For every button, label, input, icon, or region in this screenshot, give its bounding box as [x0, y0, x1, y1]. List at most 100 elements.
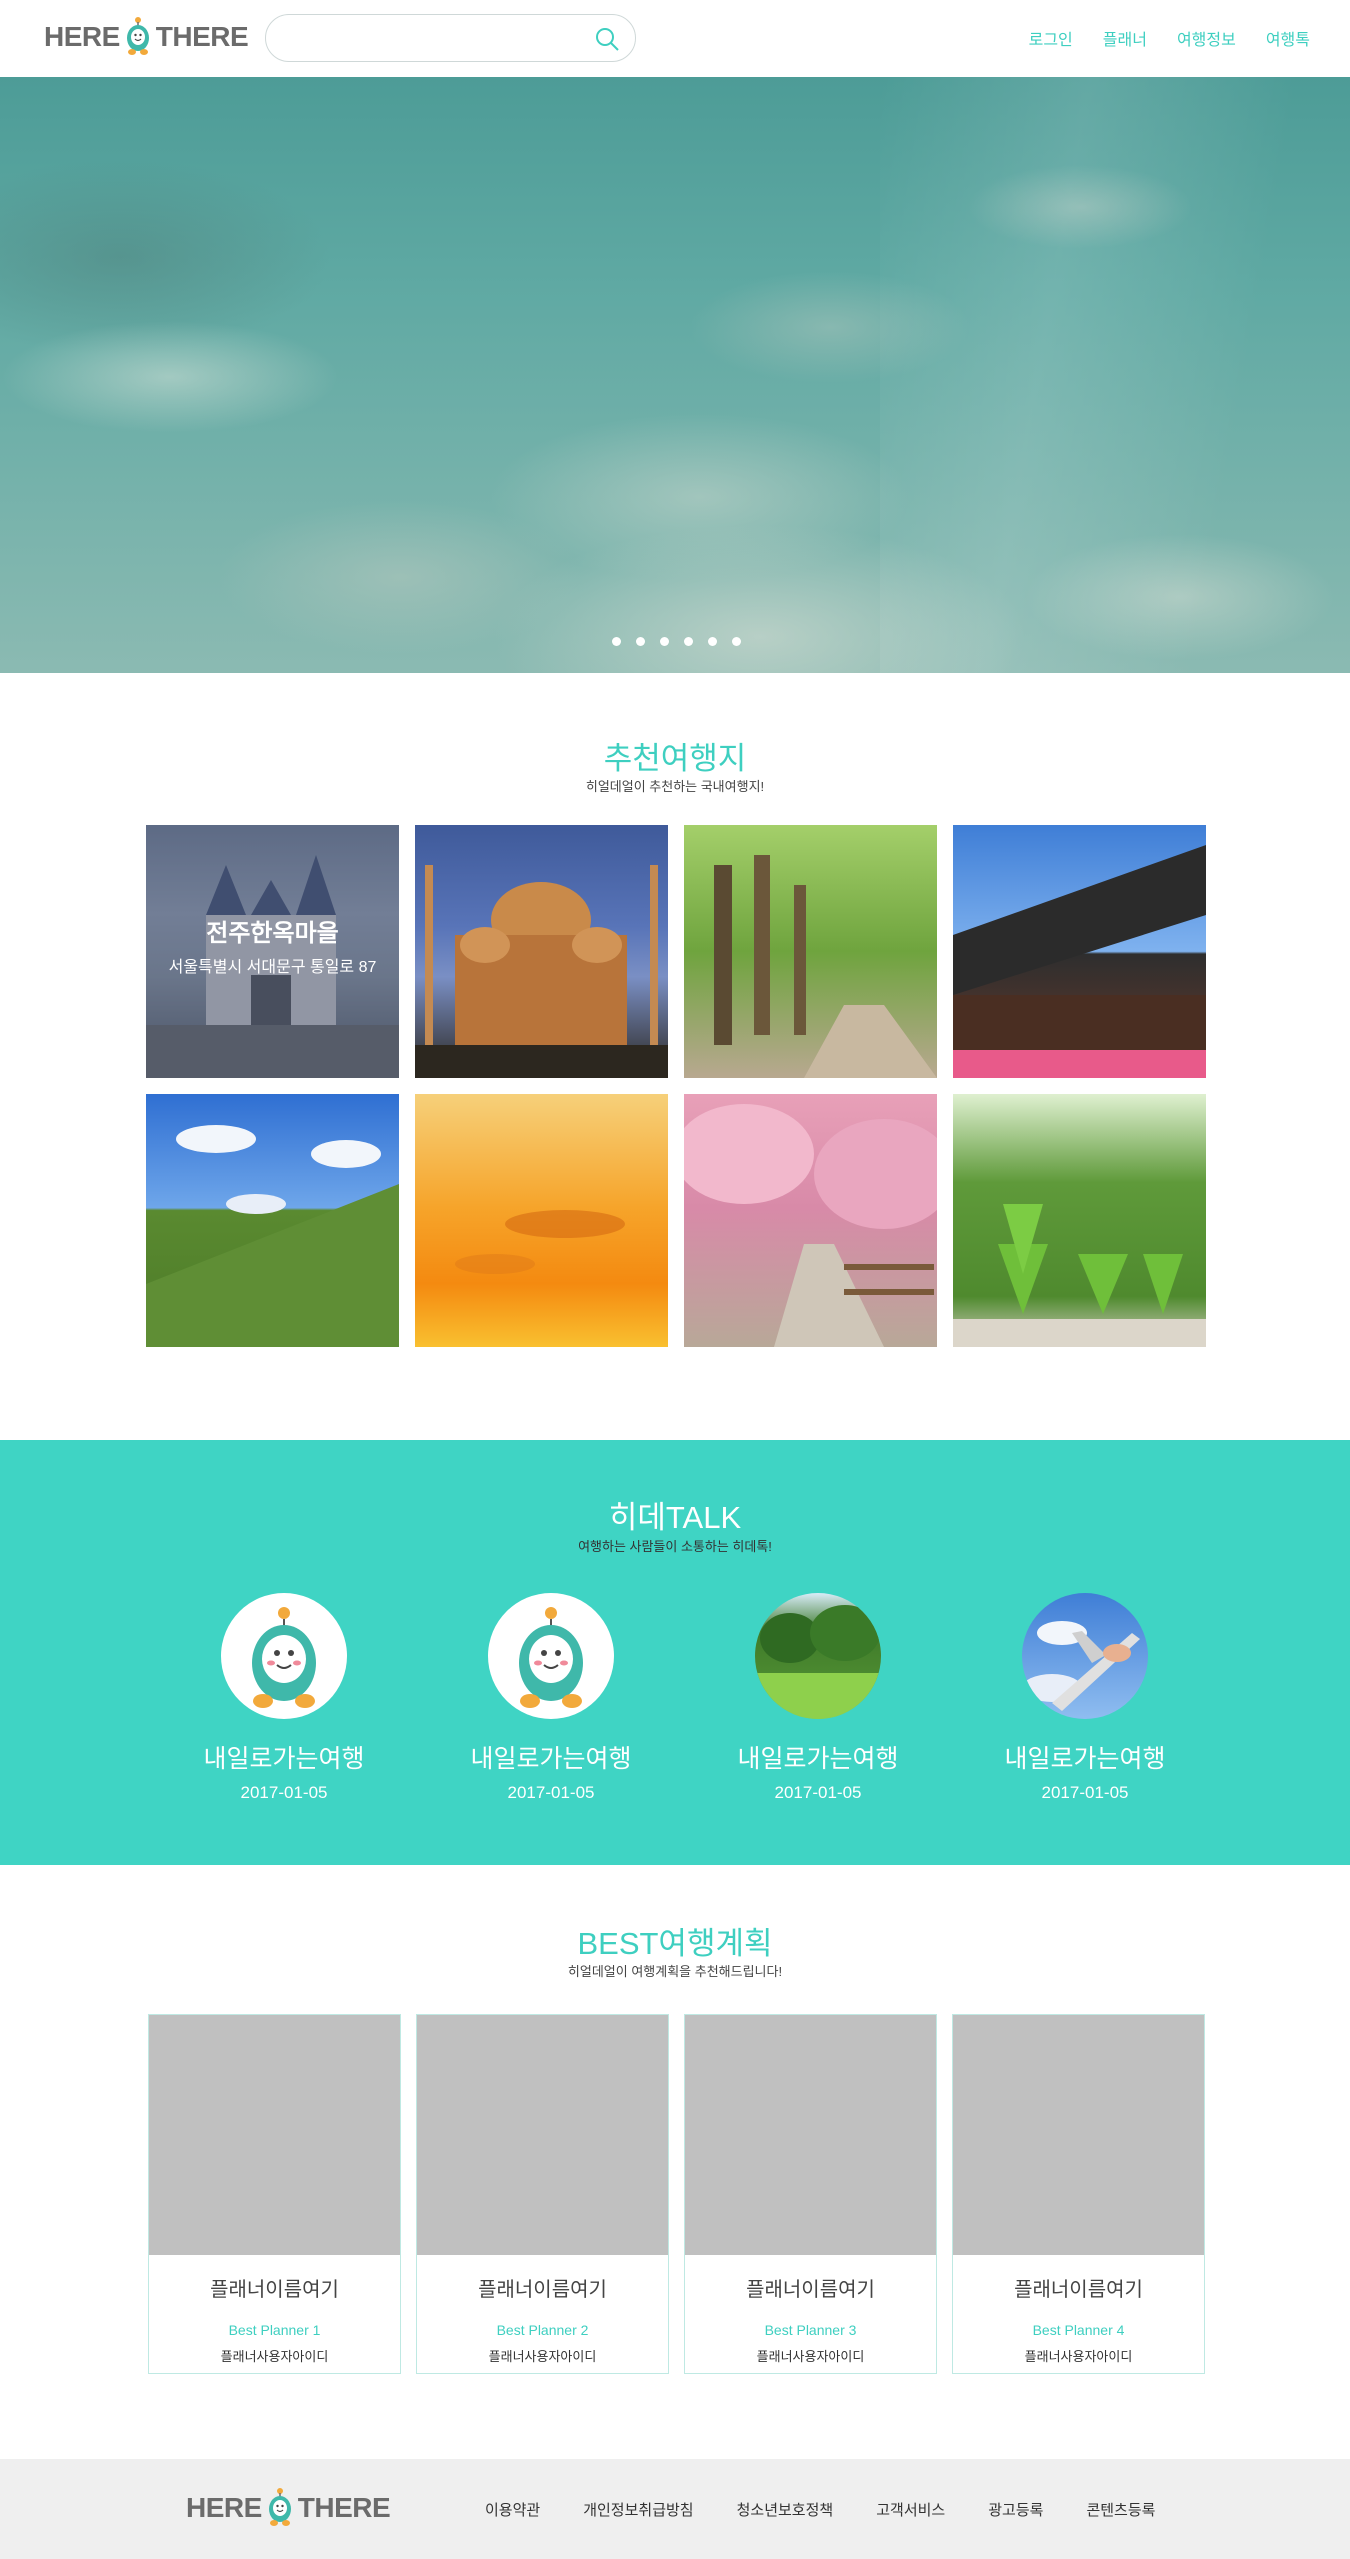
logo-text-here: HERE — [44, 21, 120, 52]
best-subtitle: 히얼데얼이 여행계획을 추천해드립니다! — [567, 1964, 783, 1979]
nav-login[interactable]: 로그인 — [1029, 26, 1073, 50]
planner-name: 플래너이름여기 — [746, 2279, 875, 2301]
planner-image-placeholder — [417, 2015, 668, 2255]
talk-avatar — [755, 1593, 881, 1719]
slider-dot[interactable] — [636, 637, 645, 646]
hero-banner — [0, 77, 1350, 673]
planner-user-id: 플래너사용자아이디 — [488, 2349, 597, 2364]
footer-link-privacy[interactable]: 개인정보취급방침 — [583, 2499, 693, 2520]
logo-text-here: HERE — [186, 2492, 262, 2523]
site-logo[interactable]: HERE THERE — [44, 14, 249, 60]
destination-tile[interactable] — [415, 1094, 668, 1347]
planner-user-id: 플래너사용자아이디 — [1024, 2349, 1133, 2364]
hanok-roof-photo — [953, 845, 1206, 1078]
destination-tile[interactable] — [684, 825, 937, 1078]
site-header: HERE THERE 로그인 플래너 여행정보 여행톡 — [0, 0, 1350, 77]
planner-name: 플래너이름여기 — [1014, 2279, 1143, 2301]
mascot-logo-icon — [268, 2488, 291, 2526]
nav-planner[interactable]: 플래너 — [1103, 26, 1147, 50]
mascot-icon — [519, 1607, 583, 1708]
airplane-photo — [1022, 1621, 1140, 1711]
talk-item[interactable]: 내일로가는여행 2017-01-05 — [708, 1593, 928, 1803]
footer-link-content-register[interactable]: 콘텐츠등록 — [1086, 2499, 1155, 2520]
talk-item[interactable]: 내일로가는여행 2017-01-05 — [975, 1593, 1195, 1803]
talk-avatar — [221, 1593, 347, 1719]
mascot-icon — [252, 1607, 316, 1708]
recommended-subtitle: 히얼데얼이 추천하는 국내여행지! — [585, 779, 765, 794]
footer-link-youth-policy[interactable]: 청소년보호정책 — [737, 2499, 834, 2520]
planner-rank: Best Planner 1 — [228, 2322, 321, 2338]
talk-item[interactable]: 내일로가는여행 2017-01-05 — [174, 1593, 394, 1803]
slider-dot[interactable] — [660, 637, 669, 646]
talk-avatar — [1022, 1593, 1148, 1719]
footer-logo[interactable]: HERE THERE — [186, 2487, 391, 2529]
planner-rank: Best Planner 4 — [1032, 2322, 1125, 2338]
planner-name: 플래너이름여기 — [210, 2279, 339, 2301]
destination-address: 서울특별시 서대문구 통일로 87 — [168, 959, 377, 976]
slider-dot[interactable] — [708, 637, 717, 646]
footer-link-terms[interactable]: 이용약관 — [485, 2499, 540, 2520]
slider-dot[interactable] — [732, 637, 741, 646]
planner-name: 플래너이름여기 — [478, 2279, 607, 2301]
talk-date: 2017-01-05 — [240, 1783, 328, 1802]
planner-image-placeholder — [149, 2015, 400, 2255]
recommended-grid: 전주한옥마을 서울특별시 서대문구 통일로 87 — [146, 825, 1206, 1347]
talk-item[interactable]: 내일로가는여행 2017-01-05 — [441, 1593, 661, 1803]
talk-date: 2017-01-05 — [507, 1783, 595, 1802]
best-planner-card[interactable]: 플래너이름여기 Best Planner 4 플래너사용자아이디 — [952, 2014, 1205, 2374]
sunset-sky-photo — [455, 1210, 625, 1274]
forest-photo — [755, 1605, 881, 1719]
planner-user-id: 플래너사용자아이디 — [756, 2349, 865, 2364]
best-planner-card[interactable]: 플래너이름여기 Best Planner 2 플래너사용자아이디 — [416, 2014, 669, 2374]
best-planner-card[interactable]: 플래너이름여기 Best Planner 1 플래너사용자아이디 — [148, 2014, 401, 2374]
mosque-photo — [415, 865, 668, 1078]
hero-light-ray — [880, 77, 1300, 673]
site-footer: HERE THERE 이용약관 개인정보취급방침 청소년보호정책 고객서비스 광… — [0, 2459, 1350, 2559]
destination-tile[interactable] — [684, 1094, 937, 1347]
search-icon[interactable] — [593, 25, 621, 53]
park-trees-photo — [953, 1204, 1206, 1347]
destination-name: 전주한옥마을 — [206, 920, 339, 947]
talk-title: 히데TALK — [608, 1500, 742, 1535]
destination-tile[interactable] — [953, 825, 1206, 1078]
talk-subtitle: 여행하는 사람들이 소통하는 히데톡! — [578, 1539, 772, 1554]
cherry-blossom-photo — [684, 1104, 937, 1347]
talk-date: 2017-01-05 — [1041, 1783, 1129, 1802]
mascot-logo-icon — [126, 17, 149, 55]
nav-travel-talk[interactable]: 여행톡 — [1266, 26, 1310, 50]
logo-text-there: THERE — [155, 21, 249, 52]
talk-name: 내일로가는여행 — [1004, 1745, 1166, 1773]
planner-user-id: 플래너사용자아이디 — [220, 2349, 329, 2364]
search-bar — [265, 14, 636, 62]
green-hill-photo — [146, 1125, 399, 1347]
tile-overlay — [146, 825, 399, 1078]
destination-tile[interactable] — [953, 1094, 1206, 1347]
slider-pagination — [612, 637, 741, 646]
tree-road-photo — [714, 855, 937, 1078]
planner-rank: Best Planner 2 — [496, 2322, 589, 2338]
destination-tile[interactable] — [415, 825, 668, 1078]
talk-name: 내일로가는여행 — [203, 1745, 365, 1773]
nav-travel-info[interactable]: 여행정보 — [1177, 26, 1236, 50]
talk-name: 내일로가는여행 — [470, 1745, 632, 1773]
planner-rank: Best Planner 3 — [764, 2322, 857, 2338]
talk-avatar — [488, 1593, 614, 1719]
slider-dot[interactable] — [684, 637, 693, 646]
planner-image-placeholder — [685, 2015, 936, 2255]
talk-section: 히데TALK 여행하는 사람들이 소통하는 히데톡! 내일로가는여행 2017-… — [0, 1440, 1350, 1865]
footer-nav: 이용약관 개인정보취급방침 청소년보호정책 고객서비스 광고등록 콘텐츠등록 — [485, 2499, 1155, 2520]
planner-image-placeholder — [953, 2015, 1204, 2255]
logo-text-there: THERE — [297, 2492, 391, 2523]
slider-dot[interactable] — [612, 637, 621, 646]
talk-name: 내일로가는여행 — [737, 1745, 899, 1773]
talk-date: 2017-01-05 — [774, 1783, 862, 1802]
footer-link-customer-service[interactable]: 고객서비스 — [876, 2499, 945, 2520]
recommended-title: 추천여행지 — [603, 741, 747, 776]
search-input[interactable] — [284, 25, 584, 51]
destination-tile[interactable]: 전주한옥마을 서울특별시 서대문구 통일로 87 — [146, 825, 399, 1078]
best-title: BEST여행계획 — [577, 1926, 773, 1961]
main-nav: 로그인 플래너 여행정보 여행톡 — [1029, 26, 1310, 50]
destination-tile[interactable] — [146, 1094, 399, 1347]
best-planner-card[interactable]: 플래너이름여기 Best Planner 3 플래너사용자아이디 — [684, 2014, 937, 2374]
footer-link-ad-register[interactable]: 광고등록 — [988, 2499, 1043, 2520]
